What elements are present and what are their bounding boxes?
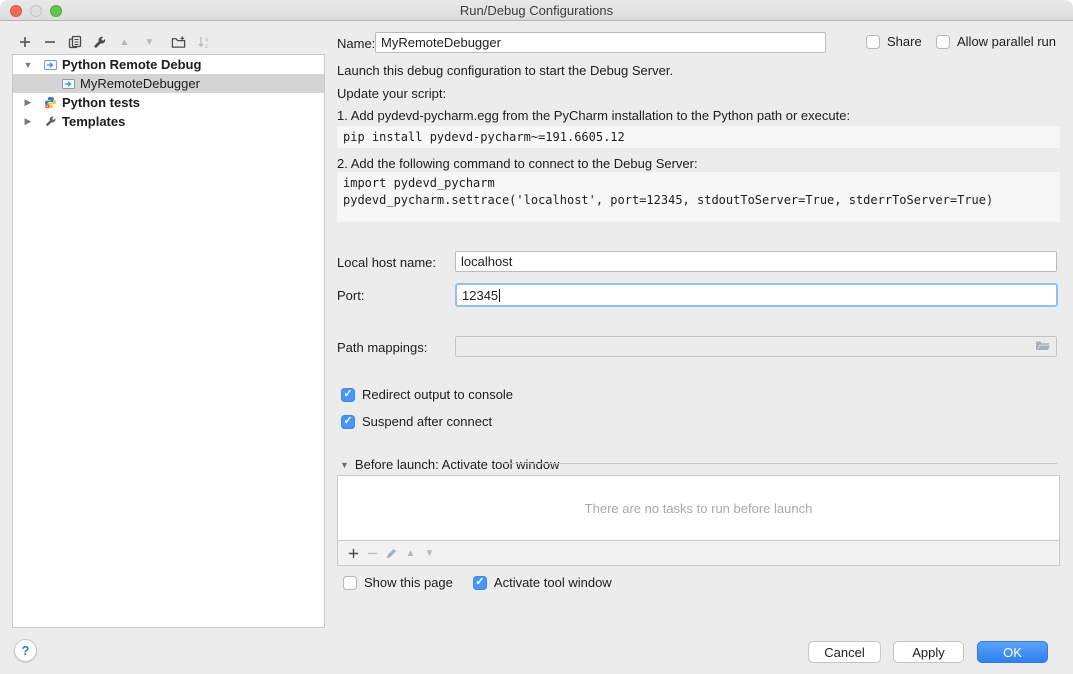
copy-icon bbox=[68, 35, 82, 49]
minus-icon bbox=[366, 547, 379, 560]
section-divider bbox=[502, 463, 1057, 464]
plus-icon bbox=[18, 35, 32, 49]
expand-arrow-icon[interactable]: ▶ bbox=[21, 112, 35, 131]
arrow-down-icon: ▼ bbox=[145, 37, 155, 48]
wrench-icon bbox=[43, 115, 57, 129]
code-line: import pydevd_pycharm bbox=[343, 176, 495, 190]
update-script-text: Update your script: bbox=[337, 86, 446, 101]
sort-configurations-button[interactable]: az bbox=[191, 32, 216, 52]
name-input[interactable] bbox=[375, 32, 826, 53]
move-task-up-button[interactable]: ▲ bbox=[401, 543, 420, 563]
window-title: Run/Debug Configurations bbox=[0, 3, 1073, 18]
tree-item-python-tests[interactable]: ▶ Python tests bbox=[13, 93, 324, 112]
tree-item-myremotedebugger[interactable]: MyRemoteDebugger bbox=[13, 74, 324, 93]
cancel-button[interactable]: Cancel bbox=[808, 641, 881, 663]
ok-button[interactable]: OK bbox=[977, 641, 1048, 663]
share-label: Share bbox=[887, 34, 922, 49]
tree-item-templates[interactable]: ▶ Templates bbox=[13, 112, 324, 131]
arrow-up-icon: ▲ bbox=[120, 37, 130, 48]
arrow-up-icon: ▲ bbox=[406, 548, 416, 559]
pip-install-code: pip install pydevd-pycharm~=191.6605.12 bbox=[337, 126, 1060, 148]
tree-item-label: Python tests bbox=[62, 95, 140, 110]
activate-tool-window-label: Activate tool window bbox=[494, 575, 612, 590]
tree-item-label: Python Remote Debug bbox=[62, 57, 201, 72]
remove-task-button[interactable] bbox=[363, 543, 382, 563]
tree-item-python-remote-debug[interactable]: ▼ Python Remote Debug bbox=[13, 55, 324, 74]
create-folder-button[interactable] bbox=[166, 32, 191, 52]
add-task-button[interactable] bbox=[344, 543, 363, 563]
remove-configuration-button[interactable] bbox=[37, 32, 62, 52]
step1-text: 1. Add pydevd-pycharm.egg from the PyCha… bbox=[337, 108, 850, 123]
arrow-down-icon: ▼ bbox=[425, 548, 435, 559]
collapse-arrow-icon[interactable]: ▼ bbox=[21, 55, 35, 74]
run-debug-configurations-dialog: Run/Debug Configurations ▲ ▼ az bbox=[0, 0, 1073, 674]
suspend-after-connect-checkbox[interactable] bbox=[341, 415, 355, 429]
step2-text: 2. Add the following command to connect … bbox=[337, 156, 698, 171]
help-button[interactable]: ? bbox=[14, 639, 37, 662]
allow-parallel-run-checkbox[interactable] bbox=[936, 35, 950, 49]
text-caret bbox=[499, 289, 500, 302]
port-label: Port: bbox=[337, 288, 364, 303]
collapse-arrow-icon[interactable]: ▼ bbox=[340, 460, 349, 470]
configurations-toolbar: ▲ ▼ az bbox=[12, 30, 325, 54]
local-host-label: Local host name: bbox=[337, 255, 436, 270]
path-mappings-label: Path mappings: bbox=[337, 340, 427, 355]
port-input[interactable]: 12345 bbox=[455, 283, 1058, 307]
svg-text:z: z bbox=[205, 44, 208, 49]
before-launch-label: Before launch: Activate tool window bbox=[355, 457, 560, 472]
local-host-input[interactable] bbox=[455, 251, 1057, 272]
suspend-after-connect-label: Suspend after connect bbox=[362, 414, 492, 429]
empty-tasks-message: There are no tasks to run before launch bbox=[585, 501, 813, 516]
minus-icon bbox=[43, 35, 57, 49]
expand-arrow-icon[interactable]: ▶ bbox=[21, 93, 35, 112]
copy-configuration-button[interactable] bbox=[62, 32, 87, 52]
port-value: 12345 bbox=[462, 288, 498, 303]
new-folder-icon bbox=[171, 35, 186, 49]
before-launch-task-list[interactable]: There are no tasks to run before launch bbox=[337, 475, 1060, 541]
plus-icon bbox=[347, 547, 360, 560]
remote-debug-icon bbox=[43, 58, 57, 72]
code-line: pydevd_pycharm.settrace('localhost', por… bbox=[343, 193, 993, 207]
allow-parallel-run-label: Allow parallel run bbox=[957, 34, 1056, 49]
wrench-icon bbox=[92, 35, 107, 50]
move-task-down-button[interactable]: ▼ bbox=[420, 543, 439, 563]
edit-task-button[interactable] bbox=[382, 543, 401, 563]
path-mappings-field[interactable] bbox=[455, 336, 1057, 357]
add-configuration-button[interactable] bbox=[12, 32, 37, 52]
before-launch-header[interactable]: ▼ Before launch: Activate tool window bbox=[340, 457, 559, 472]
open-folder-icon bbox=[1035, 340, 1051, 355]
tree-item-label: MyRemoteDebugger bbox=[80, 76, 200, 91]
title-bar: Run/Debug Configurations bbox=[0, 0, 1073, 21]
python-tests-icon bbox=[43, 96, 57, 110]
redirect-output-checkbox[interactable] bbox=[341, 388, 355, 402]
pencil-icon bbox=[385, 547, 398, 560]
redirect-output-label: Redirect output to console bbox=[362, 387, 513, 402]
sort-az-icon: az bbox=[197, 35, 211, 49]
task-list-toolbar: ▲ ▼ bbox=[337, 541, 1060, 566]
edit-defaults-button[interactable] bbox=[87, 32, 112, 52]
configurations-tree: ▼ Python Remote Debug MyRemoteDebugger ▶… bbox=[12, 54, 325, 628]
show-this-page-label: Show this page bbox=[364, 575, 453, 590]
show-this-page-checkbox[interactable] bbox=[343, 576, 357, 590]
browse-path-mappings-button[interactable] bbox=[1034, 339, 1052, 354]
activate-tool-window-checkbox[interactable] bbox=[473, 576, 487, 590]
tree-item-label: Templates bbox=[62, 114, 125, 129]
share-checkbox[interactable] bbox=[866, 35, 880, 49]
remote-debug-icon bbox=[61, 77, 75, 91]
intro-text: Launch this debug configuration to start… bbox=[337, 63, 673, 78]
name-label: Name: bbox=[337, 36, 375, 51]
move-down-button[interactable]: ▼ bbox=[137, 32, 162, 52]
apply-button[interactable]: Apply bbox=[893, 641, 964, 663]
move-up-button[interactable]: ▲ bbox=[112, 32, 137, 52]
svg-text:a: a bbox=[205, 37, 209, 43]
settrace-code: import pydevd_pycharm pydevd_pycharm.sett… bbox=[337, 172, 1060, 222]
